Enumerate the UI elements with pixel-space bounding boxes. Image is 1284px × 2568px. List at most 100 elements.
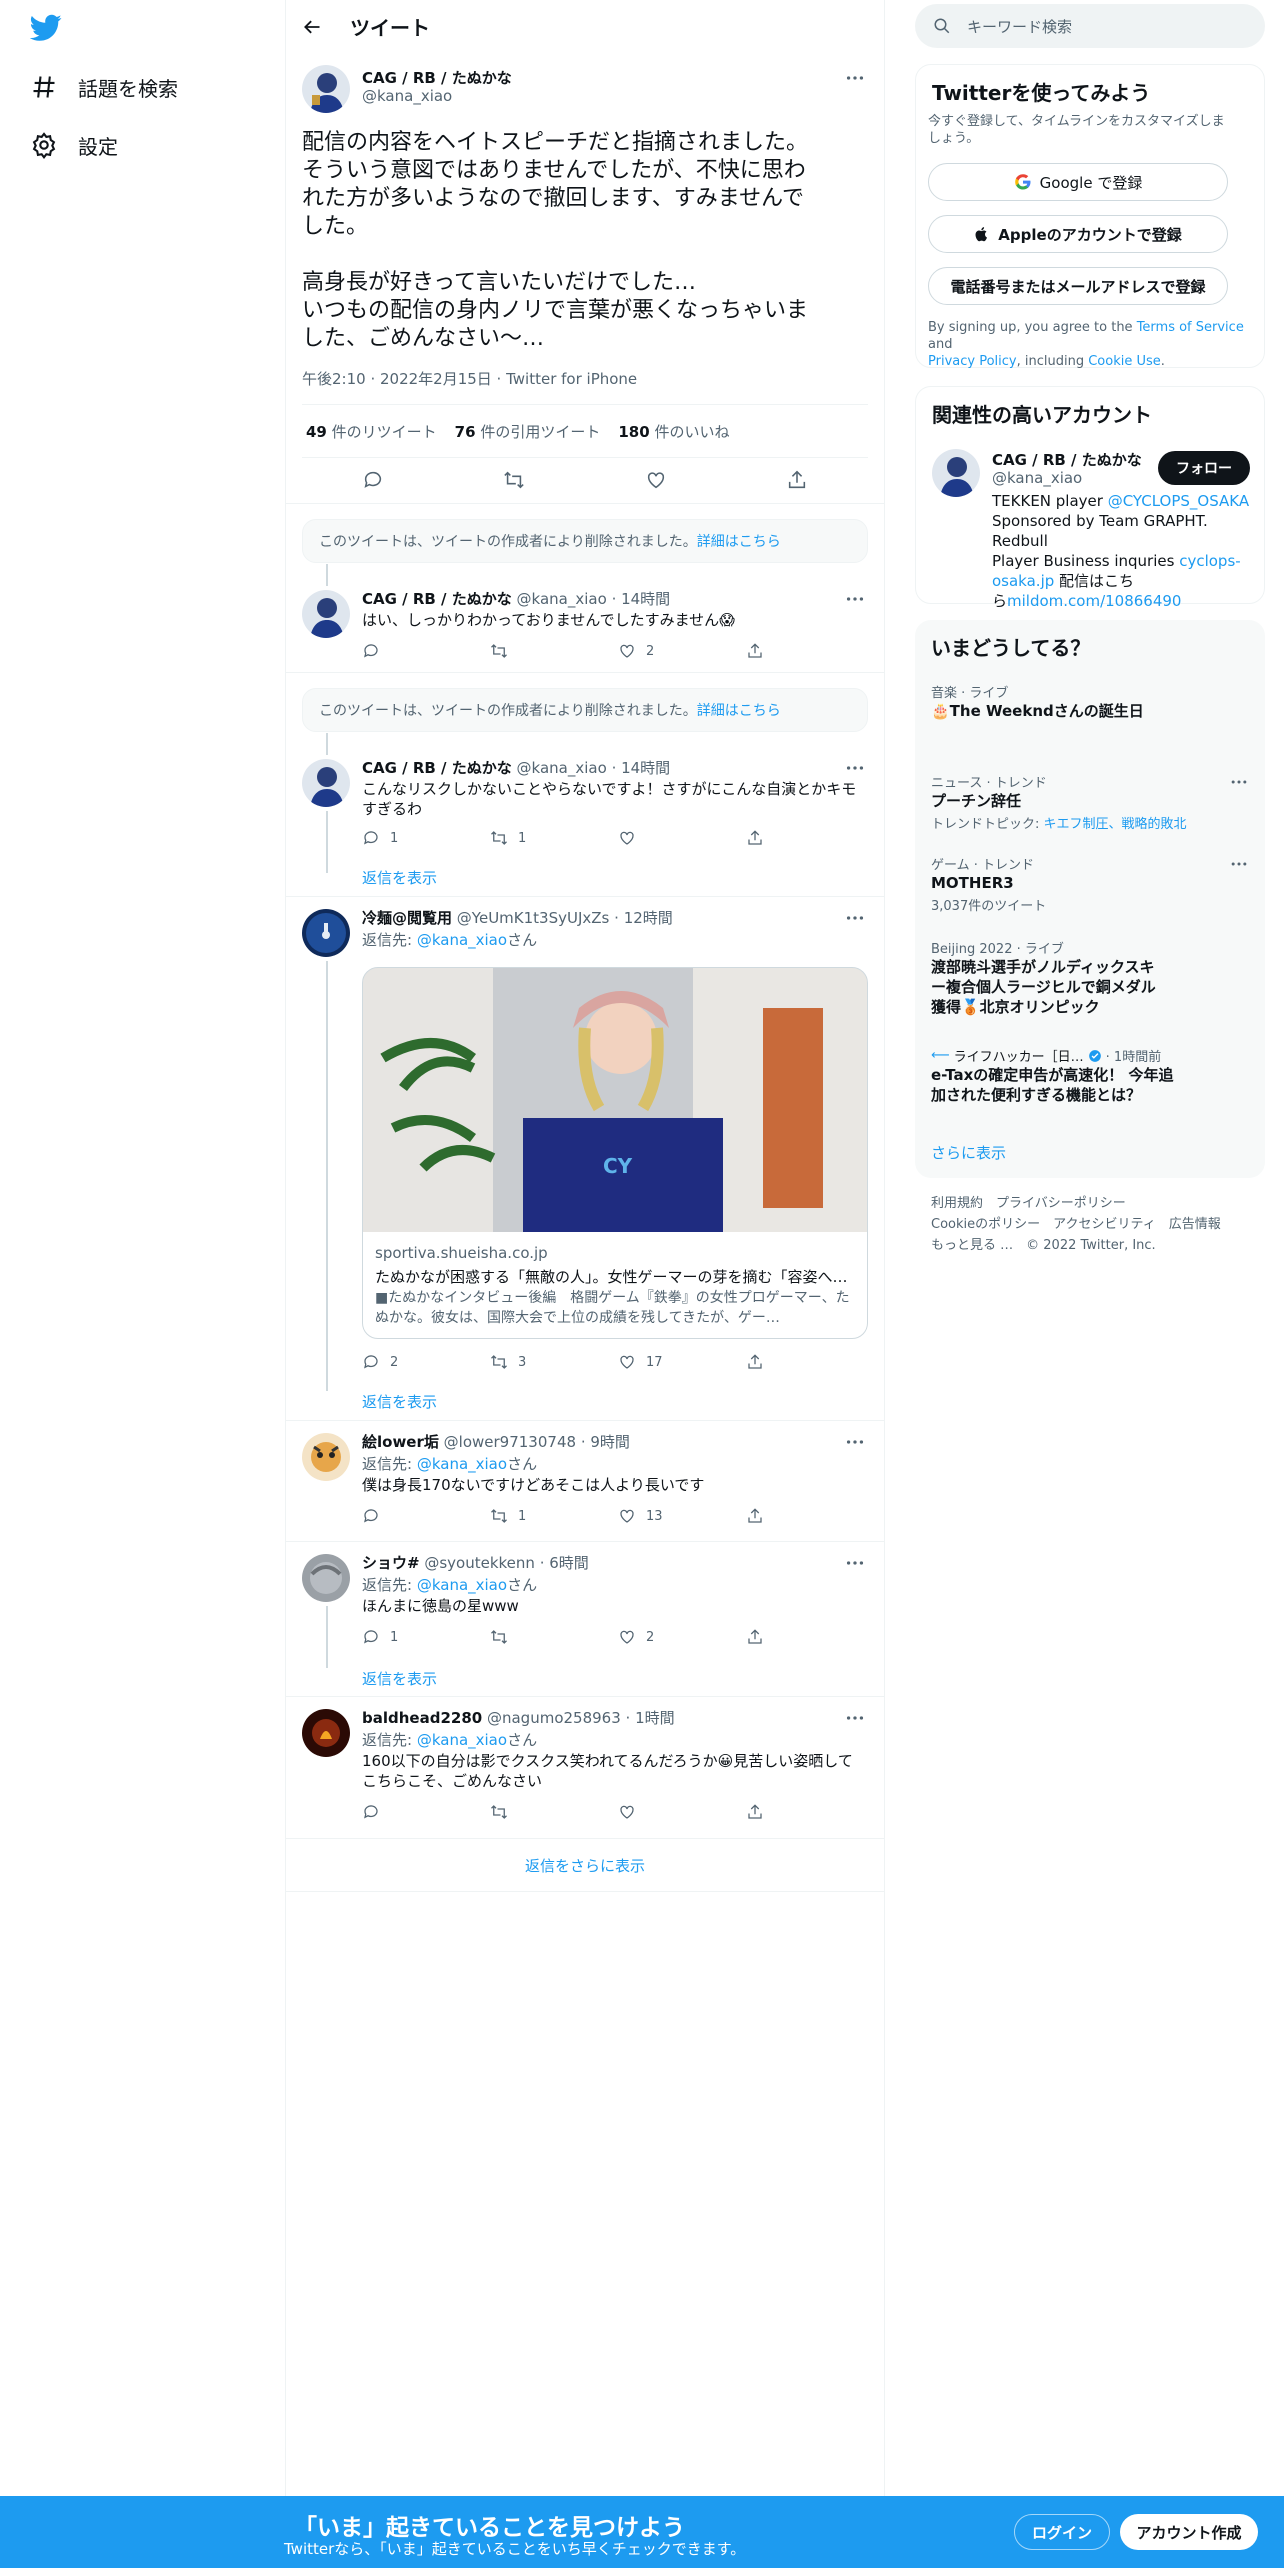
nav-settings[interactable]: 設定 — [30, 120, 118, 170]
author-name[interactable]: baldhead2280 — [362, 1709, 482, 1727]
timestamp[interactable]: · 1時間 — [626, 1709, 675, 1727]
reply-button[interactable]: 2 — [362, 1353, 490, 1371]
reply-tweet[interactable]: ショウ# @syoutekkenn · 6時間 返信先: @kana_xiaoさ… — [286, 1542, 884, 1692]
login-button[interactable]: ログイン — [1014, 2514, 1110, 2550]
quotes-stat[interactable]: 76 件の引用ツイート — [455, 421, 601, 442]
timestamp[interactable]: · 14時間 — [612, 590, 671, 608]
avatar[interactable] — [932, 449, 980, 497]
account-handle[interactable]: @kana_xiao — [992, 469, 1082, 487]
reply-to-handle[interactable]: @kana_xiao — [417, 1576, 507, 1594]
bio-url-link[interactable]: mildom.com/10866490 — [1007, 592, 1181, 610]
details-link[interactable]: 詳細はこちら — [697, 700, 781, 720]
reply-to-handle[interactable]: @kana_xiao — [417, 1731, 507, 1749]
avatar[interactable] — [302, 1554, 350, 1602]
more-replies-button[interactable]: 返信をさらに表示 — [286, 1839, 884, 1891]
footer-more-link[interactable]: もっと見る … — [931, 1238, 1013, 1253]
avatar[interactable] — [302, 1709, 350, 1757]
nav-explore[interactable]: 話題を検索 — [30, 62, 178, 112]
like-button[interactable]: 2 — [618, 642, 746, 660]
trend-item[interactable]: ⟵ ライフハッカー［日… · 1時間前 e-Taxの確定申告が高速化！ 今年追 … — [931, 1046, 1249, 1105]
more-icon[interactable] — [1229, 854, 1249, 874]
reply-button[interactable] — [362, 1507, 490, 1525]
more-icon[interactable] — [844, 1552, 866, 1574]
bio-url-link[interactable]: cyclops- — [1179, 552, 1240, 570]
like-button[interactable] — [618, 829, 746, 847]
reply-tweet[interactable]: baldhead2280 @nagumo258963 · 1時間 返信先: @k… — [286, 1697, 884, 1837]
author-name[interactable]: CAG / RB / たぬかな — [362, 590, 512, 608]
more-icon[interactable] — [844, 588, 866, 610]
terms-link[interactable]: Terms of Service — [1137, 320, 1244, 335]
more-icon[interactable] — [1229, 772, 1249, 792]
author-name[interactable]: 冷麺@閲覧用 — [362, 909, 452, 927]
cookie-link[interactable]: Cookie Use — [1088, 354, 1161, 369]
retweet-icon[interactable] — [503, 469, 525, 491]
footer-ads-link[interactable]: 広告情報 — [1169, 1217, 1221, 1232]
privacy-link[interactable]: Privacy Policy — [928, 354, 1017, 369]
footer-accessibility-link[interactable]: アクセシビリティ — [1053, 1217, 1156, 1232]
author-handle[interactable]: @YeUmK1t3SyUJxZs — [457, 909, 610, 927]
more-icon[interactable] — [844, 1431, 866, 1453]
apple-signup-button[interactable]: Appleのアカウントで登録 — [928, 215, 1228, 253]
tweet-meta[interactable]: 午後2:10 · 2022年2月15日 · Twitter for iPhone — [302, 368, 637, 389]
reply-tweet[interactable]: 冷麺@閲覧用 @YeUmK1t3SyUJxZs · 12時間 返信先: @kan… — [286, 897, 884, 1417]
twitter-logo-icon[interactable] — [30, 14, 70, 44]
share-button[interactable] — [746, 1628, 874, 1646]
share-button[interactable] — [746, 642, 874, 660]
retweet-button[interactable] — [490, 1628, 618, 1646]
more-icon[interactable] — [844, 907, 866, 929]
trend-topics-link[interactable]: キエフ制圧、戦略的敗北 — [1044, 817, 1187, 832]
reply-button[interactable] — [362, 642, 490, 660]
like-button[interactable] — [618, 1803, 746, 1821]
timestamp[interactable]: · 14時間 — [612, 759, 671, 777]
reply-button[interactable]: 1 — [362, 829, 490, 847]
footer-privacy-link[interactable]: プライバシーポリシー — [996, 1196, 1126, 1211]
account-name[interactable]: CAG / RB / たぬかな — [992, 449, 1142, 470]
more-icon[interactable] — [844, 67, 866, 89]
show-replies-link[interactable]: 返信を表示 — [362, 1668, 437, 1689]
share-button[interactable] — [746, 1507, 874, 1525]
more-icon[interactable] — [844, 757, 866, 779]
trend-item[interactable]: ゲーム · トレンド MOTHER3 3,037件のツイート — [931, 854, 1249, 914]
author-handle[interactable]: @lower97130748 — [444, 1433, 576, 1451]
like-button[interactable]: 2 — [618, 1628, 746, 1646]
author-name[interactable]: CAG / RB / たぬかな — [362, 67, 512, 88]
likes-stat[interactable]: 180 件のいいね — [618, 421, 729, 442]
reply-to-handle[interactable]: @kana_xiao — [417, 1455, 507, 1473]
trend-item[interactable]: ニュース · トレンド プーチン辞任 トレンドトピック: キエフ制圧、戦略的敗北 — [931, 772, 1249, 832]
share-button[interactable] — [746, 1353, 874, 1371]
author-handle[interactable]: @kana_xiao — [362, 87, 452, 105]
retweet-button[interactable]: 3 — [490, 1353, 618, 1371]
retweets-stat[interactable]: 49 件のリツイート — [306, 421, 437, 442]
search-input[interactable]: キーワード検索 — [967, 16, 1072, 37]
reply-tweet[interactable]: 絵lower垢 @lower97130748 · 9時間 返信先: @kana_… — [286, 1421, 884, 1539]
author-name[interactable]: ショウ# — [362, 1554, 420, 1572]
avatar[interactable] — [302, 759, 350, 807]
show-replies-link[interactable]: 返信を表示 — [362, 867, 437, 888]
reply-tweet[interactable]: CAG / RB / たぬかな @kana_xiao · 14時間 はい、しっか… — [286, 580, 884, 670]
retweet-button[interactable]: 1 — [490, 1507, 618, 1525]
like-button[interactable]: 13 — [618, 1507, 746, 1525]
timestamp[interactable]: · 12時間 — [614, 909, 673, 927]
avatar[interactable] — [302, 590, 350, 638]
timestamp[interactable]: · 9時間 — [581, 1433, 630, 1451]
bio-url-link[interactable]: osaka.jp — [992, 572, 1054, 590]
footer-terms-link[interactable]: 利用規約 — [931, 1196, 983, 1211]
author-handle[interactable]: @kana_xiao — [517, 759, 607, 777]
avatar[interactable] — [302, 65, 350, 113]
author-handle[interactable]: @nagumo258963 — [487, 1709, 621, 1727]
back-arrow-icon[interactable] — [302, 17, 322, 37]
author-handle[interactable]: @kana_xiao — [517, 590, 607, 608]
reply-tweet[interactable]: CAG / RB / たぬかな @kana_xiao · 14時間 こんなリスク… — [286, 749, 884, 889]
phone-email-signup-button[interactable]: 電話番号またはメールアドレスで登録 — [928, 267, 1228, 305]
follow-button[interactable]: フォロー — [1158, 451, 1250, 485]
like-button[interactable]: 17 — [618, 1353, 746, 1371]
search-box[interactable]: キーワード検索 — [915, 4, 1265, 48]
reply-button[interactable]: 1 — [362, 1628, 490, 1646]
retweet-button[interactable] — [490, 1803, 618, 1821]
reply-to-handle[interactable]: @kana_xiao — [417, 931, 507, 949]
avatar[interactable] — [302, 1433, 350, 1481]
retweet-button[interactable]: 1 — [490, 829, 618, 847]
link-card[interactable]: CY sportiva.shueisha.co.jp たぬかなが困惑する「無敵の… — [362, 967, 868, 1339]
footer-cookie-link[interactable]: Cookieのポリシー — [931, 1217, 1040, 1232]
author-name[interactable]: CAG / RB / たぬかな — [362, 759, 512, 777]
